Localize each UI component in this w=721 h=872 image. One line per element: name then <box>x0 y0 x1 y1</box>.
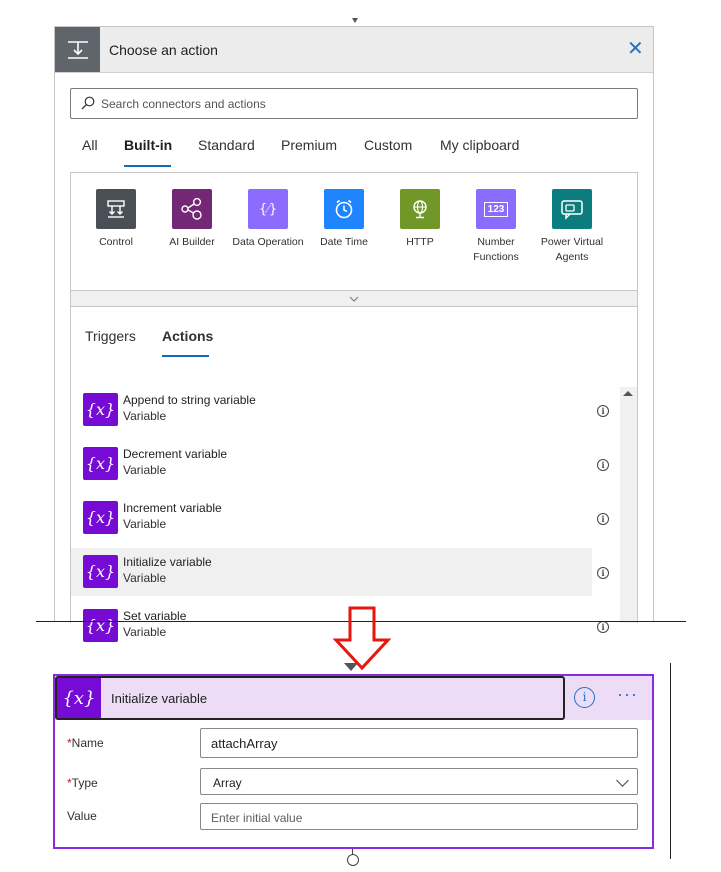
action-decrement-variable[interactable]: {x} Decrement variable Variable <box>71 440 592 488</box>
type-dropdown[interactable]: Array <box>200 768 638 795</box>
connector-control[interactable]: Control <box>78 189 154 250</box>
name-label-text: Name <box>71 736 104 750</box>
action-title: Increment variable <box>123 501 222 515</box>
variable-icon: {x} <box>83 555 118 588</box>
globe-icon <box>400 189 440 229</box>
tab-standard[interactable]: Standard <box>198 137 255 153</box>
subtab-actions[interactable]: Actions <box>162 328 213 344</box>
more-options-icon[interactable]: ··· <box>617 684 638 705</box>
variable-icon: {x} <box>83 447 118 480</box>
connector-label: Power Virtual Agents <box>540 236 604 263</box>
info-icon[interactable]: i <box>574 687 595 708</box>
panel-header: Choose an action ✕ <box>55 27 653 73</box>
connector-label: HTTP <box>406 236 434 248</box>
chevron-down-icon <box>616 774 629 787</box>
connector-label: AI Builder <box>169 236 215 248</box>
connector-http[interactable]: HTTP <box>382 189 458 250</box>
connector-label: Control <box>99 236 133 248</box>
action-title: Append to string variable <box>123 393 256 407</box>
action-subtitle: Variable <box>123 571 167 585</box>
action-set-variable[interactable]: {x} Set variable Variable <box>71 602 592 650</box>
ai-builder-icon <box>172 189 212 229</box>
connector-label: Date Time <box>320 236 368 248</box>
info-icon[interactable]: i <box>597 405 609 417</box>
step-icon <box>55 27 100 72</box>
value-label: Value <box>67 809 97 823</box>
connector-label: Number Functions <box>473 236 519 263</box>
connector-data-operation[interactable]: {⁄} Data Operation <box>230 189 306 250</box>
action-title: Decrement variable <box>123 447 228 461</box>
control-icon <box>96 189 136 229</box>
info-icon[interactable]: i <box>597 513 609 525</box>
active-tab-indicator <box>124 165 171 167</box>
actions-scrollbar[interactable] <box>620 387 637 623</box>
info-icon[interactable]: i <box>597 567 609 579</box>
connector-power-virtual-agents[interactable]: Power Virtual Agents <box>534 189 610 265</box>
flow-connector-arrow <box>344 663 358 671</box>
name-label: *Name <box>67 736 104 750</box>
connector-number-functions[interactable]: 123 Number Functions <box>458 189 534 265</box>
tab-all[interactable]: All <box>82 137 98 153</box>
flow-connector-arrow <box>352 18 358 23</box>
close-icon[interactable]: ✕ <box>627 39 644 59</box>
variable-icon: {x} <box>83 393 118 426</box>
info-icon[interactable]: i <box>597 621 609 633</box>
search-placeholder: Search connectors and actions <box>101 97 266 111</box>
tab-built-in[interactable]: Built-in <box>124 137 172 153</box>
active-subtab-indicator <box>162 355 209 357</box>
action-subtitle: Variable <box>123 409 167 423</box>
connector-tabs: All Built-in Standard Premium Custom My … <box>82 137 602 171</box>
scroll-up-arrow-icon[interactable] <box>623 391 633 396</box>
tab-custom[interactable]: Custom <box>364 137 412 153</box>
clock-icon <box>324 189 364 229</box>
action-title: Initialize variable <box>123 555 212 569</box>
divider <box>670 663 671 859</box>
action-append-to-string-variable[interactable]: {x} Append to string variable Variable <box>71 386 592 434</box>
name-value: attachArray <box>211 736 278 751</box>
red-down-arrow-icon <box>333 606 391 671</box>
card-header[interactable]: {x} Initialize variable i ··· <box>55 676 652 720</box>
variable-icon: {x} <box>57 678 101 718</box>
card-title: Initialize variable <box>111 691 208 706</box>
value-placeholder: Enter initial value <box>211 811 303 825</box>
data-operation-icon: {⁄} <box>248 189 288 229</box>
actions-section: Triggers Actions {x} Append to string va… <box>70 307 638 642</box>
action-subtitle: Variable <box>123 517 167 531</box>
tab-premium[interactable]: Premium <box>281 137 337 153</box>
choose-action-panel: Choose an action ✕ Search connectors and… <box>54 26 654 642</box>
card-title-box[interactable]: {x} Initialize variable <box>55 676 565 720</box>
type-value: Array <box>213 776 242 790</box>
variable-icon: {x} <box>83 609 118 642</box>
chevron-down-icon <box>349 296 359 302</box>
initialize-variable-card: {x} Initialize variable i ··· *Name atta… <box>53 674 654 849</box>
action-increment-variable[interactable]: {x} Increment variable Variable <box>71 494 592 542</box>
chat-icon <box>552 189 592 229</box>
type-label-text: Type <box>71 776 98 790</box>
number-icon: 123 <box>476 189 516 229</box>
info-icon[interactable]: i <box>597 459 609 471</box>
add-step-connector-icon[interactable] <box>347 854 359 866</box>
connector-date-time[interactable]: Date Time <box>306 189 382 250</box>
search-icon <box>81 96 95 110</box>
subtab-triggers[interactable]: Triggers <box>85 328 136 344</box>
tab-my-clipboard[interactable]: My clipboard <box>440 137 519 153</box>
search-input[interactable]: Search connectors and actions <box>70 88 638 119</box>
name-field[interactable]: attachArray <box>200 728 638 758</box>
action-subtitle: Variable <box>123 463 167 477</box>
variable-icon: {x} <box>83 501 118 534</box>
action-initialize-variable[interactable]: {x} Initialize variable Variable <box>71 548 592 596</box>
expand-connectors-button[interactable] <box>70 290 638 307</box>
panel-title: Choose an action <box>109 42 218 58</box>
connector-grid: Control AI Builder {⁄} Data Operation Da… <box>70 172 638 290</box>
type-label: *Type <box>67 776 98 790</box>
action-subtitle: Variable <box>123 625 167 639</box>
connector-label: Data Operation <box>232 236 304 248</box>
connector-ai-builder[interactable]: AI Builder <box>154 189 230 250</box>
value-field[interactable]: Enter initial value <box>200 803 638 830</box>
